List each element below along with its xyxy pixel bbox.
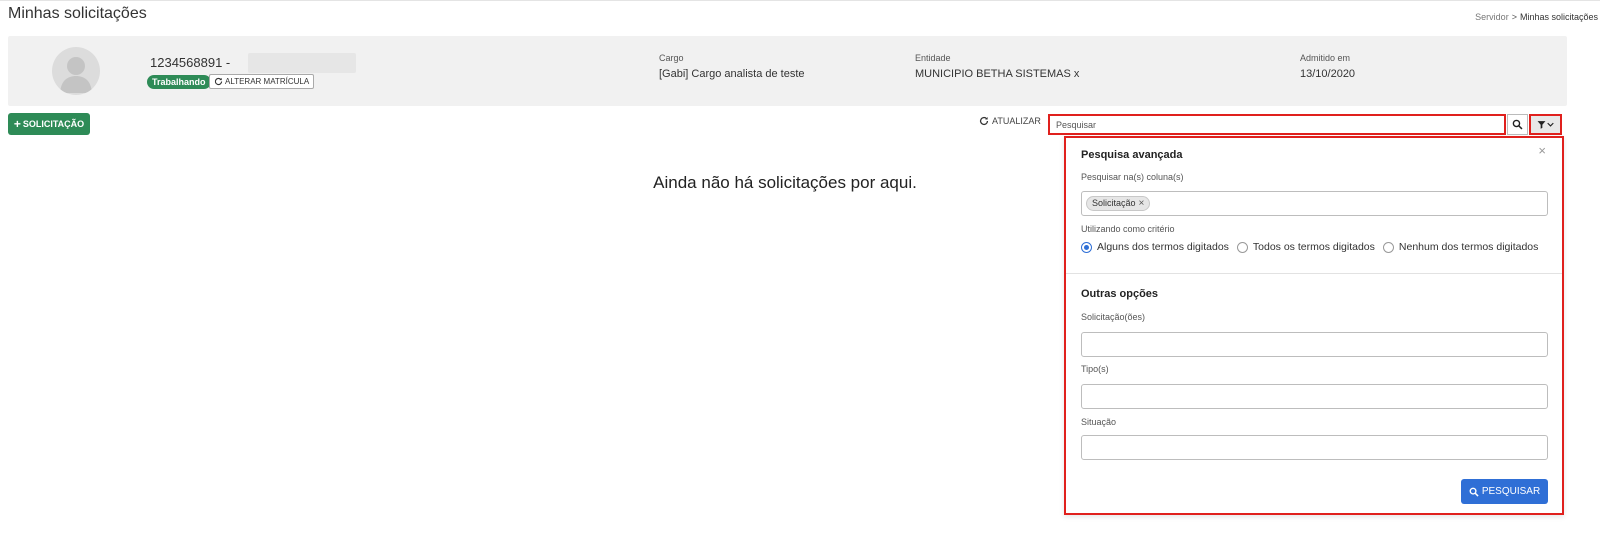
criteria-label: Utilizando como critério	[1081, 224, 1175, 234]
refresh-button[interactable]: ATUALIZAR	[979, 116, 1041, 126]
types-label: Tipo(s)	[1081, 364, 1109, 374]
add-request-button[interactable]: + SOLICITAÇÃO	[8, 113, 90, 135]
breadcrumb: Servidor > Minhas solicitações	[1475, 12, 1598, 22]
entidade-value: MUNICIPIO BETHA SISTEMAS x	[915, 68, 1080, 80]
user-avatar-icon	[52, 47, 100, 95]
columns-label: Pesquisar na(s) coluna(s)	[1081, 172, 1184, 182]
criteria-option-all[interactable]: Todos os termos digitados	[1236, 241, 1375, 253]
criteria-radio-group: Alguns dos termos digitados Todos os ter…	[1081, 241, 1538, 253]
change-registration-button[interactable]: ALTERAR MATRÍCULA	[209, 74, 315, 89]
criteria-option-label: Alguns dos termos digitados	[1097, 241, 1229, 253]
column-tag-label: Solicitação	[1092, 198, 1136, 208]
panel-divider	[1066, 273, 1562, 274]
close-icon[interactable]: ×	[1538, 143, 1546, 158]
radio-checked-icon[interactable]	[1081, 241, 1092, 253]
status-label: Situação	[1081, 417, 1117, 427]
advanced-filter-button[interactable]	[1529, 114, 1562, 135]
employee-name-redacted	[248, 53, 356, 73]
radio-unchecked-icon[interactable]	[1382, 241, 1394, 253]
employee-profile-card: 1234568891 - Trabalhando ALTERAR MATRÍCU…	[8, 36, 1567, 106]
status-input[interactable]	[1081, 435, 1548, 460]
column-tag: Solicitação ×	[1086, 196, 1151, 211]
entidade-label: Entidade	[915, 53, 951, 63]
cargo-value: [Gabi] Cargo analista de teste	[659, 68, 805, 80]
search-icon	[1469, 487, 1479, 497]
advanced-search-panel: Pesquisa avançada × Pesquisar na(s) colu…	[1064, 136, 1564, 515]
search-input[interactable]	[1048, 114, 1506, 135]
filter-icon	[1537, 121, 1546, 129]
top-divider	[0, 0, 1600, 1]
pesquisar-button[interactable]: PESQUISAR	[1461, 479, 1548, 504]
search-button[interactable]	[1507, 114, 1528, 135]
refresh-label: ATUALIZAR	[992, 116, 1041, 126]
breadcrumb-current: Minhas solicitações	[1519, 12, 1598, 22]
breadcrumb-parent-link[interactable]: Servidor	[1475, 12, 1509, 22]
status-badge: Trabalhando	[147, 75, 211, 89]
criteria-option-none[interactable]: Nenhum dos termos digitados	[1382, 241, 1539, 253]
radio-unchecked-icon[interactable]	[1236, 241, 1248, 253]
page-title: Minhas solicitações	[8, 5, 147, 22]
remove-tag-icon[interactable]: ×	[1139, 197, 1145, 210]
criteria-option-label: Todos os termos digitados	[1252, 241, 1375, 253]
other-options-title: Outras opções	[1081, 288, 1159, 300]
add-request-label: SOLICITAÇÃO	[22, 119, 85, 129]
types-input[interactable]	[1081, 384, 1548, 409]
refresh-icon	[214, 77, 223, 86]
cargo-label: Cargo	[659, 53, 684, 63]
chevron-down-icon	[1547, 122, 1554, 127]
breadcrumb-separator: >	[1511, 12, 1517, 22]
admission-date-label: Admitido em	[1300, 53, 1351, 63]
admission-date-value: 13/10/2020	[1300, 68, 1356, 80]
advanced-search-title: Pesquisa avançada	[1081, 149, 1183, 161]
refresh-icon	[979, 116, 989, 126]
plus-icon: +	[13, 117, 21, 131]
criteria-option-label: Nenhum dos termos digitados	[1398, 241, 1539, 253]
pesquisar-label: PESQUISAR	[1481, 486, 1541, 497]
change-registration-label: ALTERAR MATRÍCULA	[225, 77, 310, 86]
requests-label: Solicitação(ões)	[1081, 312, 1146, 322]
registration-number: 1234568891 -	[150, 55, 231, 70]
criteria-option-some[interactable]: Alguns dos termos digitados	[1081, 241, 1229, 253]
search-icon	[1512, 119, 1523, 130]
requests-input[interactable]	[1081, 332, 1548, 357]
columns-multiselect[interactable]: Solicitação ×	[1081, 191, 1548, 216]
